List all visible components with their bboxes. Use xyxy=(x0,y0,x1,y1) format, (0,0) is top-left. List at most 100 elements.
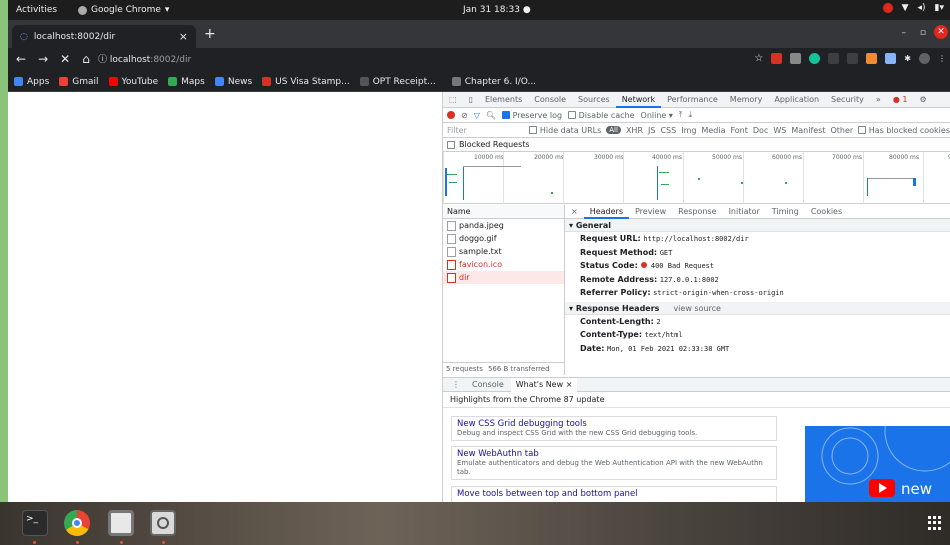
feature-card[interactable]: New WebAuthn tab Emulate authenticators … xyxy=(451,446,777,480)
extensions-puzzle-icon[interactable]: ✱ xyxy=(904,54,911,63)
feature-card[interactable]: Move tools between top and bottom panel xyxy=(451,486,777,502)
extension-icon[interactable] xyxy=(885,53,897,64)
drawer-tab-console[interactable]: Console xyxy=(467,378,509,392)
filter-other[interactable]: Other xyxy=(830,126,853,135)
tab-console[interactable]: Console xyxy=(528,92,572,108)
page-viewport[interactable] xyxy=(8,92,442,502)
activities-button[interactable]: Activities xyxy=(16,5,57,15)
incognito-extension-icon[interactable] xyxy=(790,53,802,64)
record-icon[interactable] xyxy=(447,111,455,119)
hide-data-urls-checkbox[interactable]: Hide data URLs xyxy=(529,126,601,135)
filter-css[interactable]: CSS xyxy=(660,126,676,135)
blocked-requests-checkbox[interactable] xyxy=(447,140,455,149)
tab-cookies[interactable]: Cookies xyxy=(805,205,848,219)
error-counter[interactable]: ● 1 xyxy=(887,92,914,108)
bookmark-apps[interactable]: Apps xyxy=(14,77,49,87)
upload-icon[interactable]: ⤒ xyxy=(679,110,683,120)
bookmark-gmail[interactable]: Gmail xyxy=(59,77,99,87)
filter-funnel-icon[interactable]: ▽ xyxy=(474,111,480,120)
filter-img[interactable]: Img xyxy=(681,126,696,135)
home-button[interactable]: ⌂ xyxy=(82,52,90,66)
network-overview-timeline[interactable]: 10000 ms 20000 ms 30000 ms 40000 ms 5000… xyxy=(443,152,950,204)
response-headers-section-header[interactable]: ▾ Response Headers view source xyxy=(565,301,950,315)
chrome-menu-icon[interactable]: ⋮ xyxy=(938,54,946,63)
info-icon[interactable]: ⓘ xyxy=(98,55,107,65)
bookmark-youtube[interactable]: YouTube xyxy=(108,77,158,87)
profile-avatar[interactable] xyxy=(919,53,930,64)
filter-ws[interactable]: WS xyxy=(773,126,786,135)
forward-button[interactable]: → xyxy=(38,52,48,66)
more-tabs-button[interactable]: » xyxy=(870,92,887,108)
tab-performance[interactable]: Performance xyxy=(661,92,724,108)
filter-media[interactable]: Media xyxy=(701,126,725,135)
system-tray[interactable]: ▼ ◂) ▮▾ xyxy=(882,3,944,13)
screenshot-viewer-icon[interactable] xyxy=(150,510,176,536)
filter-js[interactable]: JS xyxy=(648,126,655,135)
request-row[interactable]: panda.jpeg xyxy=(443,219,564,232)
bookmark-us-visa[interactable]: US Visa Stamp... xyxy=(262,77,350,87)
general-section-header[interactable]: ▾ General xyxy=(565,219,950,232)
request-row[interactable]: doggo.gif xyxy=(443,232,564,245)
whats-new-promo-video[interactable]: new xyxy=(805,426,950,502)
settings-gear-icon[interactable]: ⚙ xyxy=(913,92,932,108)
stop-button[interactable]: ✕ xyxy=(60,52,70,66)
new-tab-button[interactable]: + xyxy=(204,26,216,42)
request-row-selected[interactable]: dir xyxy=(443,271,564,284)
preserve-log-checkbox[interactable]: Preserve log xyxy=(502,111,562,120)
youtube-play-icon[interactable] xyxy=(869,479,895,497)
bookmark-news[interactable]: News xyxy=(214,77,252,87)
clock[interactable]: Jan 31 18:33 ● xyxy=(463,5,531,15)
tab-application[interactable]: Application xyxy=(768,92,825,108)
terminal-icon[interactable]: >_ xyxy=(22,510,48,536)
filter-doc[interactable]: Doc xyxy=(753,126,768,135)
browser-tab[interactable]: ◌ localhost:8002/dir × xyxy=(12,25,196,48)
feature-title[interactable]: New CSS Grid debugging tools xyxy=(457,419,771,429)
notification-icon[interactable] xyxy=(882,3,893,13)
device-toggle-icon[interactable]: ▯ xyxy=(463,92,479,108)
tab-security[interactable]: Security xyxy=(825,92,870,108)
name-column-header[interactable]: Name xyxy=(443,205,564,219)
feature-title[interactable]: New WebAuthn tab xyxy=(457,449,771,459)
tab-close-icon[interactable]: × xyxy=(179,30,188,43)
extension-icon[interactable] xyxy=(866,53,878,64)
extension-icon[interactable] xyxy=(828,53,840,64)
tab-timing[interactable]: Timing xyxy=(766,205,805,219)
bookmark-maps[interactable]: Maps xyxy=(168,77,205,87)
adblock-extension-icon[interactable] xyxy=(771,53,783,64)
filter-manifest[interactable]: Manifest xyxy=(791,126,825,135)
maximize-icon[interactable]: ▫ xyxy=(920,28,926,38)
extension-icon[interactable] xyxy=(847,53,859,64)
drawer-menu-icon[interactable]: ⋮ xyxy=(447,378,465,392)
close-details-icon[interactable]: × xyxy=(565,205,584,219)
view-source-link[interactable]: view source xyxy=(673,304,721,313)
tab-response[interactable]: Response xyxy=(672,205,722,219)
filter-all[interactable]: All xyxy=(606,126,621,134)
search-icon[interactable]: 🔍︎ xyxy=(486,111,496,120)
app-menu[interactable]: Google Chrome ▾ xyxy=(78,5,169,15)
tab-network[interactable]: Network xyxy=(615,92,662,108)
download-icon[interactable]: ⤓ xyxy=(688,110,692,120)
has-blocked-cookies-checkbox[interactable]: Has blocked cookies xyxy=(858,126,950,135)
back-button[interactable]: ← xyxy=(16,52,26,66)
files-icon[interactable] xyxy=(108,510,134,536)
drawer-tab-whats-new[interactable]: What's New × xyxy=(510,377,578,392)
tab-elements[interactable]: Elements xyxy=(479,92,528,108)
tab-sources[interactable]: Sources xyxy=(572,92,616,108)
inspect-icon[interactable]: ⬚ xyxy=(443,92,463,108)
request-row[interactable]: sample.txt xyxy=(443,245,564,258)
bookmark-chapter-6[interactable]: Chapter 6. I/O... xyxy=(451,77,536,87)
filter-font[interactable]: Font xyxy=(730,126,747,135)
disable-cache-checkbox[interactable]: Disable cache xyxy=(568,111,635,120)
request-row[interactable]: favicon.ico xyxy=(443,258,564,271)
filter-xhr[interactable]: XHR xyxy=(626,126,643,135)
bookmark-star-icon[interactable]: ☆ xyxy=(754,53,763,64)
clear-icon[interactable]: ⊘ xyxy=(461,111,468,120)
throttling-select[interactable]: Online ▾ xyxy=(641,111,673,120)
chrome-dock-icon[interactable] xyxy=(64,510,90,536)
minimize-icon[interactable]: – xyxy=(902,28,907,38)
grammarly-extension-icon[interactable] xyxy=(809,53,821,64)
tab-headers[interactable]: Headers xyxy=(583,205,629,219)
show-applications-icon[interactable] xyxy=(928,516,942,530)
tab-preview[interactable]: Preview xyxy=(629,205,672,219)
address-bar[interactable]: ⓘ localhost:8002/dir xyxy=(98,52,191,65)
